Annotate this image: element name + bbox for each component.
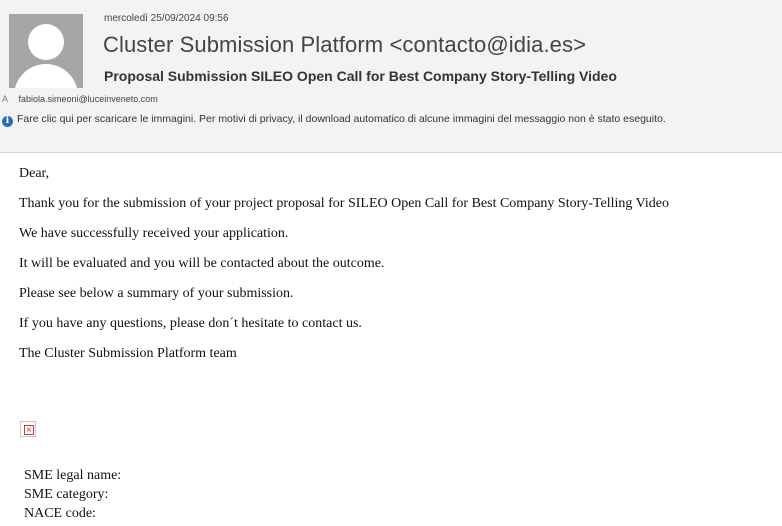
to-label: A (2, 94, 9, 104)
message-subject: Proposal Submission SILEO Open Call for … (104, 68, 617, 84)
body-line-signature: The Cluster Submission Platform team (19, 346, 237, 361)
body-line-received: We have successfully received your appli… (19, 226, 289, 241)
download-images-bar[interactable]: i Fare clic qui per scaricare le immagini… (2, 113, 782, 127)
broken-image-icon: × (24, 425, 34, 435)
message-header: mercoledì 25/09/2024 09:56 Cluster Submi… (0, 0, 782, 153)
avatar-head (28, 24, 64, 60)
avatar-body (14, 64, 78, 88)
recipient-row: A fabiola.simeoni@luceinveneto.com (0, 94, 158, 104)
sender-name[interactable]: Cluster Submission Platform <contacto@id… (103, 32, 586, 58)
submission-summary: SME legal name: SME category: NACE code: (24, 466, 121, 523)
body-line-questions: If you have any questions, please don´t … (19, 316, 362, 331)
body-line-summary-intro: Please see below a summary of your submi… (19, 286, 294, 301)
body-line-greeting: Dear, (19, 166, 50, 181)
message-date: mercoledì 25/09/2024 09:56 (104, 13, 229, 24)
sender-avatar-icon[interactable] (9, 14, 83, 88)
body-line-evaluated: It will be evaluated and you will be con… (19, 256, 385, 271)
summary-field-category: SME category: (24, 487, 109, 502)
recipient-address[interactable]: fabiola.simeoni@luceinveneto.com (19, 94, 158, 104)
info-icon: i (2, 116, 13, 127)
message-body: Dear, Thank you for the submission of yo… (19, 166, 782, 376)
summary-field-nace-code: NACE code: (24, 506, 96, 521)
broken-image-placeholder[interactable]: × (20, 421, 36, 437)
download-images-text[interactable]: Fare clic qui per scaricare le immagini.… (17, 113, 666, 125)
summary-field-legal-name: SME legal name: (24, 468, 122, 483)
body-line-thanks: Thank you for the submission of your pro… (19, 196, 669, 211)
